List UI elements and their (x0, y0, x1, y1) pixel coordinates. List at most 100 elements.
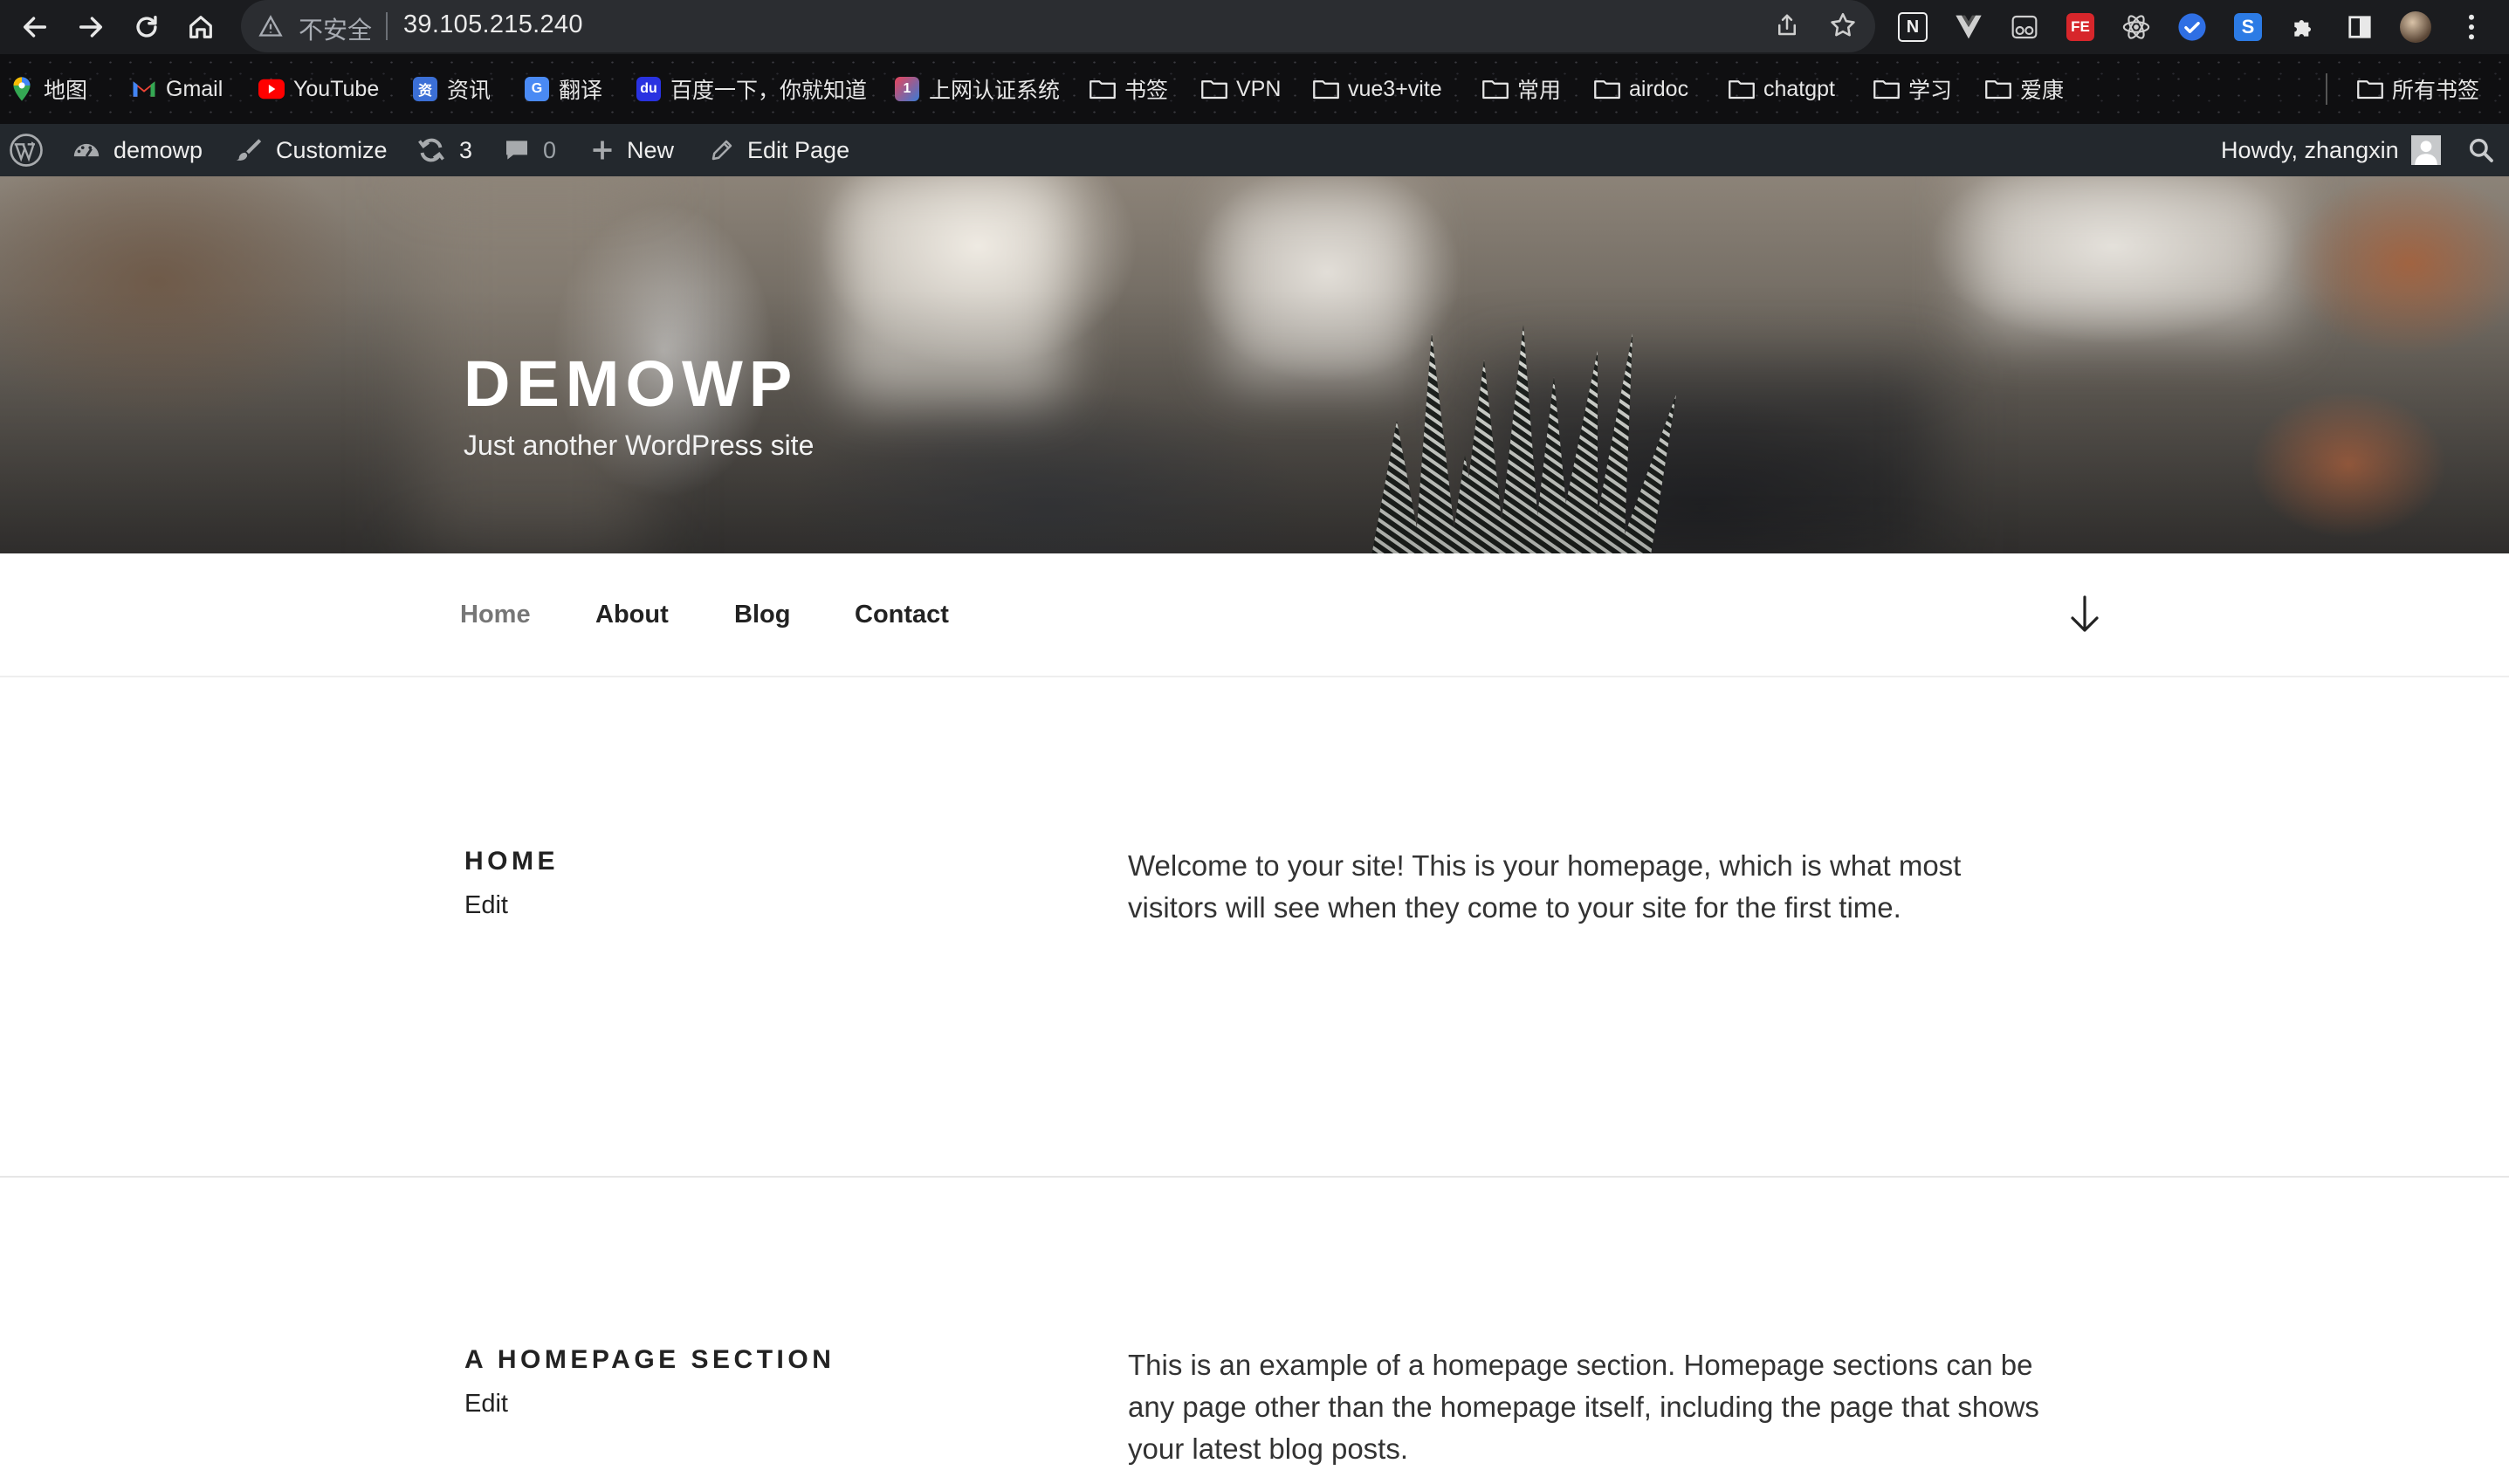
nav-item-about[interactable]: About (595, 601, 669, 629)
address-bar[interactable]: 不安全 39.105.215.240 (241, 0, 1875, 52)
bookmark-label: vue3+vite (1348, 76, 1442, 101)
folder-icon (1201, 76, 1227, 102)
bookmark-news[interactable]: 资 资讯 (412, 73, 491, 105)
plus-icon (593, 141, 612, 160)
notion-icon[interactable]: N (1896, 10, 1929, 44)
address-separator (386, 12, 388, 40)
edit-link[interactable]: Edit (464, 1390, 508, 1419)
home-icon (189, 16, 212, 38)
comments-link[interactable]: 0 (503, 124, 556, 176)
panel-title: A HOMEPAGE SECTION (464, 1345, 835, 1374)
bookmark-baidu[interactable]: du 百度一下，你就知道 (636, 73, 867, 105)
new-content-menu[interactable]: New (590, 124, 674, 176)
browser-toolbar: 不安全 39.105.215.240 N FE S (0, 0, 2509, 54)
folder-icon (1873, 76, 1900, 102)
customize-link[interactable]: Customize (234, 124, 388, 176)
bookmark-label: 爱康 (2020, 79, 2065, 103)
site-title[interactable]: DEMOWP (464, 347, 798, 421)
wordpress-logo-icon (10, 134, 43, 167)
folder-icon (1729, 76, 1755, 102)
wp-logo-menu[interactable] (9, 124, 44, 176)
arrow-left-icon (23, 17, 47, 38)
bookmark-youtube[interactable]: YouTube (258, 73, 379, 105)
bookmark-label: 地图 (44, 79, 88, 103)
auth-icon: 1 (894, 76, 920, 102)
bookmark-label: 翻译 (559, 79, 603, 103)
s-extension-icon[interactable]: S (2231, 10, 2265, 44)
nav-item-home[interactable]: Home (460, 601, 531, 629)
baidu-icon: du (636, 76, 662, 102)
more-menu-icon[interactable] (2455, 10, 2488, 44)
folder-icon (1090, 76, 1116, 102)
bookmark-label: 书签 (1124, 79, 1169, 103)
translate-icon: G (524, 76, 550, 102)
bookmark-star-icon[interactable] (1828, 10, 1858, 40)
panel-title: HOME (464, 847, 559, 876)
bookmark-label: VPN (1236, 76, 1282, 101)
site-header: DEMOWP Just another WordPress site (0, 176, 2509, 553)
bookmark-folder-shuqian[interactable]: 书签 (1090, 73, 1168, 105)
nav-item-blog[interactable]: Blog (734, 601, 790, 629)
vue-devtools-icon[interactable] (1952, 10, 1985, 44)
bookmark-folder-vue3-vite[interactable]: vue3+vite (1313, 73, 1442, 105)
edit-page-link[interactable]: Edit Page (709, 124, 849, 176)
bookmark-label: 资讯 (447, 79, 491, 103)
bookmarks-bar: 地图 Gmail YouTube 资 资讯 G 翻译 du 百度一下，你就知道 … (0, 54, 2509, 124)
comments-count: 0 (543, 136, 557, 163)
bookmark-translate[interactable]: G 翻译 (524, 73, 602, 105)
bookmark-folder-aikang[interactable]: 爱康 (1985, 73, 2064, 105)
bookmark-folder-xuexi[interactable]: 学习 (1873, 73, 1952, 105)
profile-avatar-icon[interactable] (2399, 10, 2432, 44)
youtube-icon (258, 76, 285, 102)
react-devtools-icon[interactable] (2120, 10, 2153, 44)
bookmark-folder-changyong[interactable]: 常用 (1482, 73, 1561, 105)
user-avatar-icon (2410, 135, 2441, 165)
nav-item-contact[interactable]: Contact (855, 601, 949, 629)
bookmark-label: YouTube (293, 76, 380, 101)
bookmark-label: Gmail (166, 76, 223, 101)
admin-search-button[interactable] (2467, 124, 2495, 176)
admin-site-name: demowp (113, 136, 203, 163)
bookmark-label: 百度一下，你就知道 (670, 79, 868, 103)
maps-icon (9, 76, 35, 102)
folder-icon (1985, 76, 2011, 102)
bookmark-folder-chatgpt[interactable]: chatgpt (1729, 73, 1835, 105)
updates-link[interactable]: 3 (416, 124, 472, 176)
check-icon[interactable] (2176, 10, 2209, 44)
new-label: New (627, 136, 675, 163)
bookmark-maps[interactable]: 地图 (9, 73, 87, 105)
url-text[interactable]: 39.105.215.240 (403, 10, 583, 39)
insecure-label: 不安全 (299, 17, 373, 44)
main-navigation: Home About Blog Contact (0, 553, 2509, 677)
arrow-down-icon[interactable] (2069, 595, 2100, 634)
forward-button[interactable] (72, 8, 110, 46)
home-button[interactable] (182, 8, 220, 46)
bookmark-auth[interactable]: 1 上网认证系统 (894, 73, 1060, 105)
dashboard-icon (73, 143, 100, 157)
puzzle-extensions-icon[interactable] (2287, 10, 2320, 44)
sidebar-icon[interactable] (2343, 10, 2376, 44)
all-bookmarks-label: 所有书签 (2392, 79, 2480, 103)
bookmark-label: 学习 (1908, 79, 1953, 103)
site-name-menu[interactable]: demowp (72, 124, 203, 176)
wp-admin-bar: demowp Customize 3 0 New Edit Page Howdy… (0, 124, 2509, 176)
account-menu[interactable]: Howdy, zhangxin (2221, 124, 2441, 176)
bookmark-folder-airdoc[interactable]: airdoc (1594, 73, 1688, 105)
bookmark-gmail[interactable]: Gmail (131, 73, 223, 105)
folder-icon (1482, 76, 1509, 102)
panel-content: Welcome to your site! This is your homep… (1128, 849, 1962, 924)
share-icon[interactable] (1774, 12, 1800, 38)
reader-icon[interactable] (2008, 10, 2041, 44)
reload-button[interactable] (127, 8, 166, 46)
howdy-greeting: Howdy, zhangxin (2221, 136, 2399, 163)
back-button[interactable] (16, 8, 54, 46)
edit-link[interactable]: Edit (464, 891, 508, 920)
bookmark-label: 上网认证系统 (929, 79, 1061, 103)
fe-helper-icon[interactable]: FE (2064, 10, 2097, 44)
edit-page-label: Edit Page (747, 136, 850, 163)
bookmark-label: 常用 (1517, 79, 1562, 103)
all-bookmarks-button[interactable]: 所有书签 (2357, 73, 2479, 105)
site-tagline: Just another WordPress site (464, 429, 815, 461)
bookmark-folder-vpn[interactable]: VPN (1201, 73, 1281, 105)
arrow-right-icon (79, 17, 103, 38)
